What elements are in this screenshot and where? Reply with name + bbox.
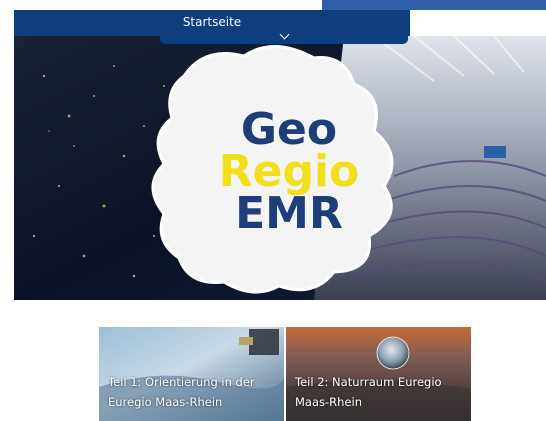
tile-teil-2[interactable]: Teil 2: Naturraum Euregio Maas-Rhein: [286, 327, 471, 421]
logo-text-emr: EMR: [235, 188, 343, 239]
tile-teil-1[interactable]: Teil 1: Orientierung in der Euregio Maas…: [99, 327, 284, 421]
hero-banner: Geo Regio EMR: [14, 36, 546, 300]
chevron-right-icon[interactable]: [430, 10, 447, 27]
georegio-logo: Geo Regio EMR: [214, 108, 364, 236]
tile-2-label: Teil 2: Naturraum Euregio Maas-Rhein: [295, 375, 442, 409]
top-accent-bar: [322, 0, 546, 10]
tile-1-label: Teil 1: Orientierung in der Euregio Maas…: [108, 375, 255, 409]
top-nav-bar: Startseite: [14, 10, 410, 36]
page-title: Startseite: [182, 15, 242, 29]
